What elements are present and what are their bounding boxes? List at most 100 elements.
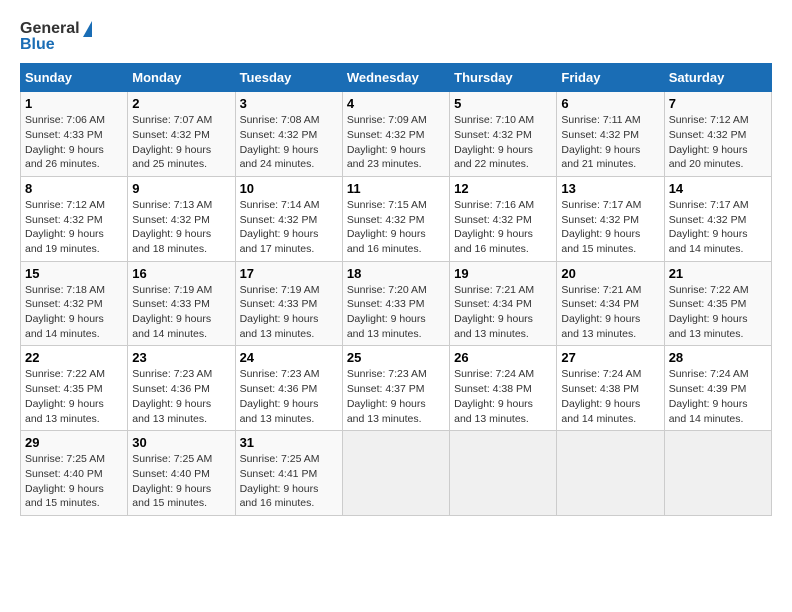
day-number: 5 — [454, 96, 552, 111]
day-info: Sunrise: 7:12 AMSunset: 4:32 PMDaylight:… — [25, 198, 123, 257]
calendar-cell: 19Sunrise: 7:21 AMSunset: 4:34 PMDayligh… — [450, 261, 557, 346]
day-number: 22 — [25, 350, 123, 365]
day-number: 13 — [561, 181, 659, 196]
logo-container: General Blue — [20, 20, 92, 53]
calendar-cell: 18 Sunrise: 7:20 AMSunset: 4:33 PMDayligh… — [342, 261, 449, 346]
day-number: 18 — [347, 266, 445, 281]
header-friday: Friday — [557, 64, 664, 92]
day-number: 11 — [347, 181, 445, 196]
day-number: 23 — [132, 350, 230, 365]
day-number: 26 — [454, 350, 552, 365]
calendar-cell: 31Sunrise: 7:25 AMSunset: 4:41 PMDayligh… — [235, 431, 342, 516]
day-number: 4 — [347, 96, 445, 111]
day-number: 16 — [132, 266, 230, 281]
day-number: 7 — [669, 96, 767, 111]
day-info: Sunrise: 7:21 AMSunset: 4:34 PMDaylight:… — [454, 283, 552, 342]
calendar-cell — [342, 431, 449, 516]
day-info: Sunrise: 7:19 AMSunset: 4:33 PMDaylight:… — [240, 283, 338, 342]
calendar-cell: 17 Sunrise: 7:19 AMSunset: 4:33 PMDayligh… — [235, 261, 342, 346]
day-info: Sunrise: 7:10 AMSunset: 4:32 PMDaylight:… — [454, 113, 552, 172]
calendar-cell: 2 Sunrise: 7:07 AMSunset: 4:32 PMDaylight… — [128, 92, 235, 177]
day-number: 10 — [240, 181, 338, 196]
calendar-cell: 21 Sunrise: 7:22 AMSunset: 4:35 PMDayligh… — [664, 261, 771, 346]
calendar-cell: 1Sunrise: 7:06 AMSunset: 4:33 PMDaylight… — [21, 92, 128, 177]
day-info: Sunrise: 7:25 AMSunset: 4:40 PMDaylight:… — [25, 452, 123, 511]
logo-blue: Blue — [20, 36, 92, 54]
day-number: 30 — [132, 435, 230, 450]
calendar-cell: 10 Sunrise: 7:14 AMSunset: 4:32 PMDayligh… — [235, 176, 342, 261]
day-number: 31 — [240, 435, 338, 450]
day-info: Sunrise: 7:07 AMSunset: 4:32 PMDaylight:… — [132, 113, 230, 172]
header-thursday: Thursday — [450, 64, 557, 92]
day-info: Sunrise: 7:15 AMSunset: 4:32 PMDaylight:… — [347, 198, 445, 257]
day-number: 12 — [454, 181, 552, 196]
calendar-cell — [450, 431, 557, 516]
day-info: Sunrise: 7:08 AMSunset: 4:32 PMDaylight:… — [240, 113, 338, 172]
calendar-cell: 16 Sunrise: 7:19 AMSunset: 4:33 PMDayligh… — [128, 261, 235, 346]
week-row-3: 22 Sunrise: 7:22 AMSunset: 4:35 PMDayligh… — [21, 346, 772, 431]
day-info: Sunrise: 7:22 AMSunset: 4:35 PMDaylight:… — [25, 367, 123, 426]
calendar-cell: 5 Sunrise: 7:10 AMSunset: 4:32 PMDaylight… — [450, 92, 557, 177]
day-info: Sunrise: 7:09 AMSunset: 4:32 PMDaylight:… — [347, 113, 445, 172]
calendar-cell: 4 Sunrise: 7:09 AMSunset: 4:32 PMDaylight… — [342, 92, 449, 177]
day-number: 27 — [561, 350, 659, 365]
day-info: Sunrise: 7:13 AMSunset: 4:32 PMDaylight:… — [132, 198, 230, 257]
calendar-table: SundayMondayTuesdayWednesdayThursdayFrid… — [20, 63, 772, 516]
day-number: 25 — [347, 350, 445, 365]
day-info: Sunrise: 7:19 AMSunset: 4:33 PMDaylight:… — [132, 283, 230, 342]
calendar-cell: 12 Sunrise: 7:16 AMSunset: 4:32 PMDayligh… — [450, 176, 557, 261]
week-row-1: 8Sunrise: 7:12 AMSunset: 4:32 PMDaylight… — [21, 176, 772, 261]
day-info: Sunrise: 7:14 AMSunset: 4:32 PMDaylight:… — [240, 198, 338, 257]
calendar-cell: 26 Sunrise: 7:24 AMSunset: 4:38 PMDayligh… — [450, 346, 557, 431]
day-info: Sunrise: 7:24 AMSunset: 4:39 PMDaylight:… — [669, 367, 767, 426]
calendar-cell: 22 Sunrise: 7:22 AMSunset: 4:35 PMDayligh… — [21, 346, 128, 431]
day-number: 24 — [240, 350, 338, 365]
calendar-cell: 27 Sunrise: 7:24 AMSunset: 4:38 PMDayligh… — [557, 346, 664, 431]
day-info: Sunrise: 7:24 AMSunset: 4:38 PMDaylight:… — [454, 367, 552, 426]
page-header: General Blue — [20, 20, 772, 53]
week-row-4: 29Sunrise: 7:25 AMSunset: 4:40 PMDayligh… — [21, 431, 772, 516]
day-number: 17 — [240, 266, 338, 281]
logo-triangle-icon — [83, 21, 92, 37]
day-number: 15 — [25, 266, 123, 281]
calendar-cell — [557, 431, 664, 516]
calendar-cell: 7 Sunrise: 7:12 AMSunset: 4:32 PMDaylight… — [664, 92, 771, 177]
header-monday: Monday — [128, 64, 235, 92]
day-info: Sunrise: 7:16 AMSunset: 4:32 PMDaylight:… — [454, 198, 552, 257]
calendar-cell: 28 Sunrise: 7:24 AMSunset: 4:39 PMDayligh… — [664, 346, 771, 431]
calendar-cell: 15Sunrise: 7:18 AMSunset: 4:32 PMDayligh… — [21, 261, 128, 346]
calendar-cell: 13Sunrise: 7:17 AMSunset: 4:32 PMDayligh… — [557, 176, 664, 261]
calendar-cell: 14Sunrise: 7:17 AMSunset: 4:32 PMDayligh… — [664, 176, 771, 261]
calendar-cell: 24Sunrise: 7:23 AMSunset: 4:36 PMDayligh… — [235, 346, 342, 431]
day-number: 2 — [132, 96, 230, 111]
calendar-cell: 11 Sunrise: 7:15 AMSunset: 4:32 PMDayligh… — [342, 176, 449, 261]
header-tuesday: Tuesday — [235, 64, 342, 92]
header-wednesday: Wednesday — [342, 64, 449, 92]
calendar-cell: 9 Sunrise: 7:13 AMSunset: 4:32 PMDaylight… — [128, 176, 235, 261]
day-number: 21 — [669, 266, 767, 281]
day-number: 20 — [561, 266, 659, 281]
week-row-0: 1Sunrise: 7:06 AMSunset: 4:33 PMDaylight… — [21, 92, 772, 177]
calendar-header-row: SundayMondayTuesdayWednesdayThursdayFrid… — [21, 64, 772, 92]
day-info: Sunrise: 7:17 AMSunset: 4:32 PMDaylight:… — [669, 198, 767, 257]
day-number: 6 — [561, 96, 659, 111]
day-number: 9 — [132, 181, 230, 196]
day-info: Sunrise: 7:22 AMSunset: 4:35 PMDaylight:… — [669, 283, 767, 342]
calendar-cell — [664, 431, 771, 516]
calendar-cell: 23Sunrise: 7:23 AMSunset: 4:36 PMDayligh… — [128, 346, 235, 431]
header-sunday: Sunday — [21, 64, 128, 92]
day-info: Sunrise: 7:24 AMSunset: 4:38 PMDaylight:… — [561, 367, 659, 426]
logo: General Blue — [20, 20, 92, 53]
week-row-2: 15Sunrise: 7:18 AMSunset: 4:32 PMDayligh… — [21, 261, 772, 346]
day-info: Sunrise: 7:20 AMSunset: 4:33 PMDaylight:… — [347, 283, 445, 342]
calendar-cell: 3 Sunrise: 7:08 AMSunset: 4:32 PMDaylight… — [235, 92, 342, 177]
day-info: Sunrise: 7:11 AMSunset: 4:32 PMDaylight:… — [561, 113, 659, 172]
day-info: Sunrise: 7:06 AMSunset: 4:33 PMDaylight:… — [25, 113, 123, 172]
calendar-cell: 6 Sunrise: 7:11 AMSunset: 4:32 PMDaylight… — [557, 92, 664, 177]
day-info: Sunrise: 7:21 AMSunset: 4:34 PMDaylight:… — [561, 283, 659, 342]
day-number: 28 — [669, 350, 767, 365]
calendar-cell: 30 Sunrise: 7:25 AMSunset: 4:40 PMDayligh… — [128, 431, 235, 516]
day-info: Sunrise: 7:25 AMSunset: 4:40 PMDaylight:… — [132, 452, 230, 511]
day-number: 3 — [240, 96, 338, 111]
day-info: Sunrise: 7:12 AMSunset: 4:32 PMDaylight:… — [669, 113, 767, 172]
